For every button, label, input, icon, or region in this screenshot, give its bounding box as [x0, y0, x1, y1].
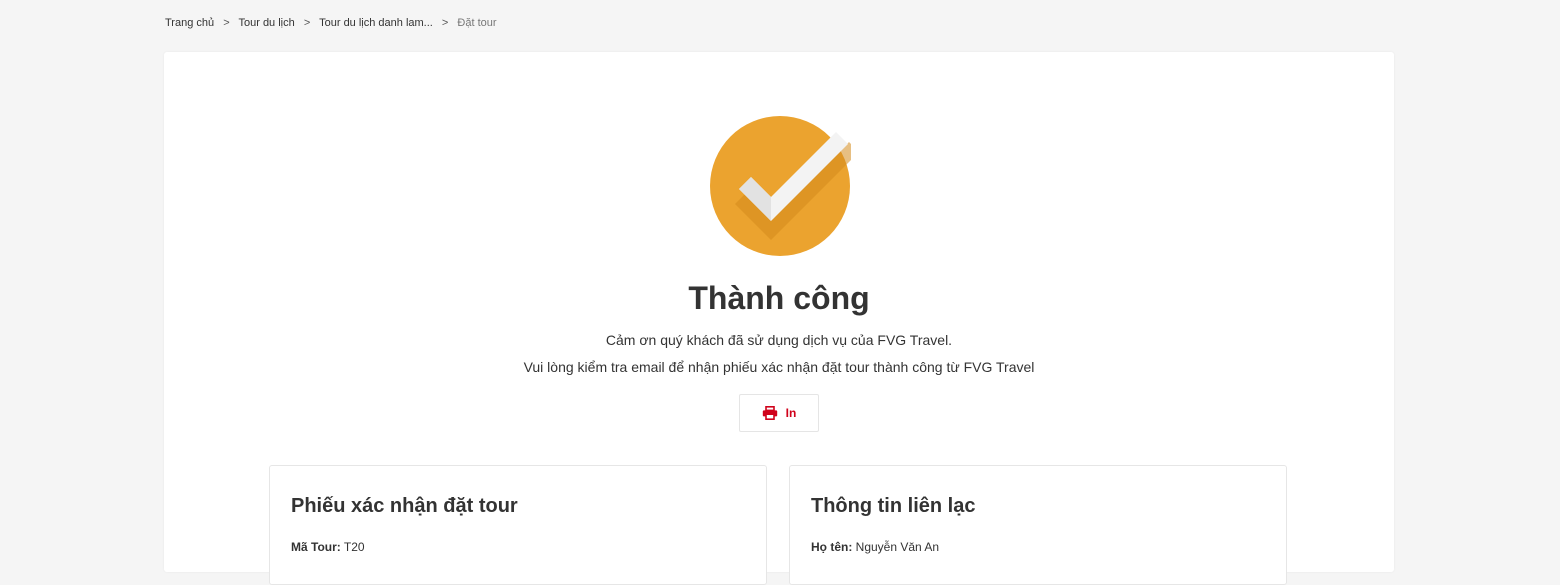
breadcrumb-tours-link[interactable]: Tour du lịch: [238, 17, 294, 29]
breadcrumb-separator: >: [441, 17, 449, 29]
contact-name-row: Họ tên: Nguyễn Văn An: [811, 539, 939, 555]
booking-panel-title: Phiếu xác nhận đặt tour: [291, 495, 518, 517]
breadcrumb-separator: >: [223, 17, 230, 29]
success-title: Thành công: [688, 280, 870, 316]
tour-code-value: T20: [343, 540, 365, 554]
tour-code-row: Mã Tour: T20: [291, 539, 365, 555]
contact-panel-title: Thông tin liên lạc: [811, 495, 976, 517]
print-button[interactable]: In: [739, 394, 819, 432]
breadcrumb: Trang chủ > Tour du lịch > Tour du lịch …: [165, 14, 497, 32]
breadcrumb-current: Đặt tour: [457, 17, 497, 29]
success-message-line1: Cảm ơn quý khách đã sử dụng dịch vụ của …: [605, 332, 953, 348]
booking-confirmation-panel: Phiếu xác nhận đặt tour Mã Tour: T20: [269, 465, 767, 585]
print-button-label: In: [785, 406, 797, 420]
tour-code-label: Mã Tour:: [291, 540, 341, 554]
breadcrumb-separator: >: [303, 17, 311, 29]
printer-icon: [762, 406, 777, 420]
success-message-line2: Vui lòng kiểm tra email để nhận phiếu xá…: [523, 359, 1035, 375]
contact-name-value: Nguyễn Văn An: [855, 540, 940, 554]
contact-name-label: Họ tên:: [811, 540, 853, 554]
check-circle-icon: [709, 115, 859, 257]
contact-info-panel: Thông tin liên lạc Họ tên: Nguyễn Văn An: [789, 465, 1287, 585]
breadcrumb-tour-detail-link[interactable]: Tour du lịch danh lam...: [319, 17, 433, 29]
success-card: Thành công Cảm ơn quý khách đã sử dụng d…: [164, 52, 1394, 585]
breadcrumb-home-link[interactable]: Trang chủ: [165, 17, 214, 29]
